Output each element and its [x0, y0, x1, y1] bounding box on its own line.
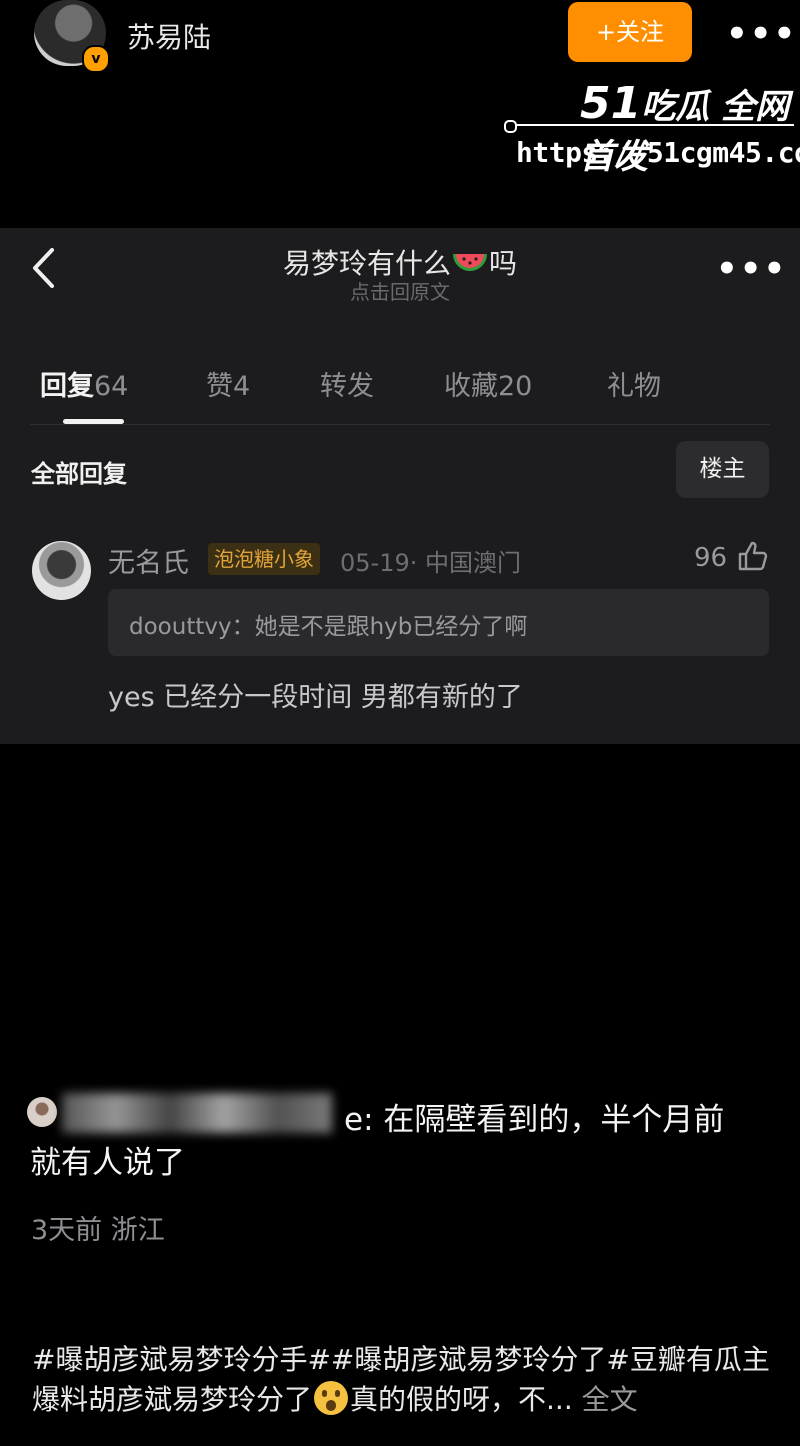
- watermark-dot: [504, 120, 517, 133]
- like-count: 96: [694, 543, 728, 573]
- tab-favorites[interactable]: 收藏20: [444, 364, 532, 403]
- repost-comment-line1: e: 在隔壁看到的，半个月前: [344, 1102, 725, 1138]
- repost-meta: 3天前 浙江: [31, 1215, 165, 1246]
- post-caption: #曝胡彦斌易梦玲分手##曝胡彦斌易梦玲分了#豆瓣有瓜主爆料胡彦斌易梦玲分了 真的假…: [32, 1340, 772, 1420]
- blurred-username: [62, 1093, 332, 1133]
- watermelon-icon: [453, 254, 487, 271]
- like-icon[interactable]: [737, 540, 769, 572]
- verified-icon: v: [82, 45, 110, 73]
- caption-text: 真的假的呀，不...: [350, 1383, 573, 1416]
- reply-meta: 05-19· 中国澳门: [340, 549, 521, 577]
- more-icon[interactable]: •••: [726, 14, 797, 54]
- watermark-divider: [508, 124, 794, 126]
- author-name[interactable]: 苏易陆: [127, 16, 211, 56]
- avatar[interactable]: [32, 541, 91, 600]
- quoted-reply-text: doouttvy：她是不是跟hyb已经分了啊: [129, 614, 528, 640]
- more-icon[interactable]: •••: [716, 249, 787, 289]
- watermark-url: https://51cgm45.com: [516, 136, 800, 169]
- tab-divider: [30, 424, 770, 425]
- reply-username[interactable]: 无名氏: [108, 541, 189, 580]
- repost-comment-line2: 就有人说了: [30, 1145, 185, 1181]
- tab-likes[interactable]: 赞4: [206, 364, 250, 403]
- tab-gifts[interactable]: 礼物: [607, 364, 661, 403]
- follow-button[interactable]: +关注: [568, 2, 692, 62]
- all-replies-heading: 全部回复: [31, 460, 127, 488]
- op-only-button[interactable]: 楼主: [676, 441, 769, 498]
- tab-reposts[interactable]: 转发: [320, 364, 374, 403]
- full-text-link[interactable]: 全文: [582, 1383, 638, 1416]
- shocked-emoji-icon: [314, 1381, 349, 1415]
- reply-text: yes 已经分一段时间 男都有新的了: [108, 682, 523, 713]
- avatar[interactable]: [27, 1097, 57, 1127]
- back-to-original-link[interactable]: 点击回原文: [0, 276, 800, 305]
- user-badge: 泡泡糖小象: [208, 543, 320, 575]
- tab-replies[interactable]: 回复64: [40, 364, 128, 403]
